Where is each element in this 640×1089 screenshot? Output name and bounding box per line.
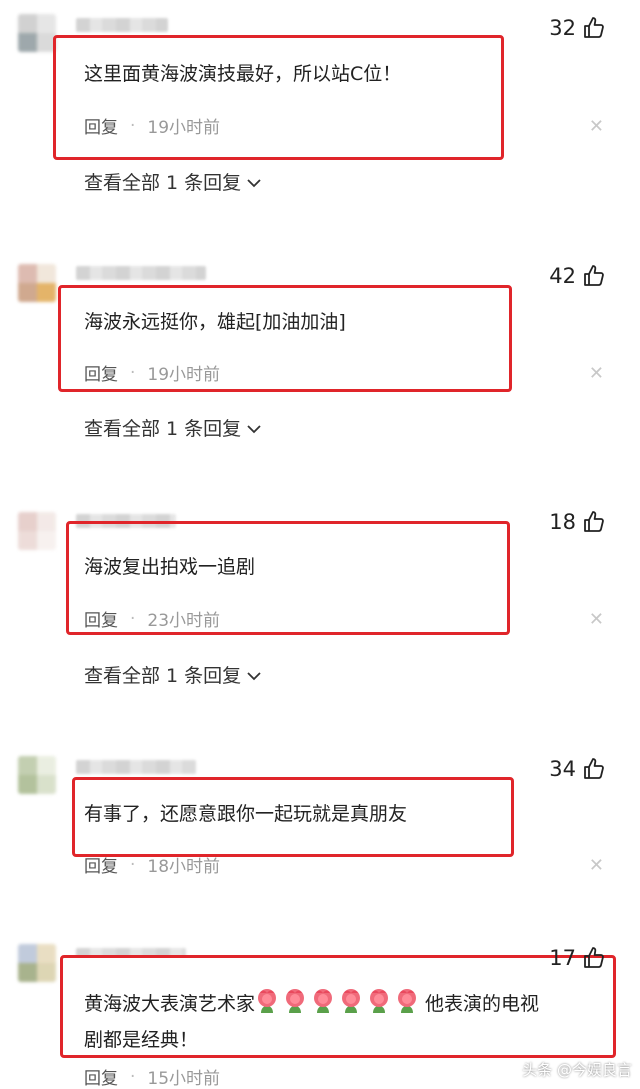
username-blurred[interactable] bbox=[76, 266, 206, 280]
like-button[interactable]: 17 bbox=[549, 946, 606, 970]
username-blurred[interactable] bbox=[76, 18, 168, 32]
view-replies-label: 查看全部 1 条回复 bbox=[84, 418, 242, 440]
chevron-down-icon bbox=[247, 664, 261, 686]
view-replies-link[interactable]: 查看全部 1 条回复 bbox=[84, 414, 261, 441]
view-replies-label: 查看全部 1 条回复 bbox=[84, 665, 242, 687]
avatar[interactable] bbox=[18, 944, 56, 982]
tulip-emoji-group bbox=[255, 989, 425, 1015]
chevron-down-icon bbox=[247, 171, 261, 193]
like-button[interactable]: 18 bbox=[549, 510, 606, 534]
view-replies-link[interactable]: 查看全部 1 条回复 bbox=[84, 168, 261, 195]
reply-button[interactable]: 回复 bbox=[84, 1064, 118, 1089]
view-replies-link[interactable]: 查看全部 1 条回复 bbox=[84, 661, 261, 688]
tulip-emoji-row bbox=[258, 989, 417, 1013]
avatar[interactable] bbox=[18, 264, 56, 302]
highlight-box bbox=[53, 35, 504, 160]
thumbs-up-icon bbox=[582, 946, 606, 970]
username-blurred[interactable] bbox=[76, 760, 196, 774]
close-icon[interactable]: ✕ bbox=[589, 365, 604, 383]
avatar[interactable] bbox=[18, 14, 56, 52]
chevron-down-icon bbox=[247, 417, 261, 439]
thumbs-up-icon bbox=[582, 16, 606, 40]
avatar[interactable] bbox=[18, 512, 56, 550]
thumbs-up-icon bbox=[582, 264, 606, 288]
avatar[interactable] bbox=[18, 756, 56, 794]
comment-text-overlay: 有事了，还愿意跟你一起玩就是真朋友 bbox=[84, 803, 408, 825]
comment-meta: 回复 · 15小时前 bbox=[84, 1064, 220, 1089]
close-icon[interactable]: ✕ bbox=[589, 611, 604, 629]
like-count: 32 bbox=[549, 16, 576, 40]
close-icon[interactable]: ✕ bbox=[589, 118, 604, 136]
timestamp: 15小时前 bbox=[147, 1069, 221, 1089]
comment-text-part1: 黄海波大表演艺术家 bbox=[84, 993, 256, 1015]
like-button[interactable]: 42 bbox=[549, 264, 606, 288]
thumbs-up-icon bbox=[582, 757, 606, 781]
separator-dot: · bbox=[130, 1066, 136, 1087]
like-count: 17 bbox=[549, 946, 576, 970]
like-count: 42 bbox=[549, 264, 576, 288]
like-count: 18 bbox=[549, 510, 576, 534]
separator-dot: · bbox=[130, 854, 136, 875]
highlight-box bbox=[66, 521, 510, 635]
like-count: 34 bbox=[549, 757, 576, 781]
like-button[interactable]: 32 bbox=[549, 16, 606, 40]
thumbs-up-icon bbox=[582, 510, 606, 534]
comment-text-line2: 剧都是经典！ bbox=[84, 1029, 199, 1051]
watermark: 头条 @今娱良言 bbox=[522, 1061, 632, 1079]
view-replies-label: 查看全部 1 条回复 bbox=[84, 172, 242, 194]
comment-text-part2: 他表演的电视 bbox=[425, 993, 540, 1015]
like-button[interactable]: 34 bbox=[549, 757, 606, 781]
close-icon[interactable]: ✕ bbox=[589, 857, 604, 875]
highlight-box bbox=[58, 285, 512, 392]
comment-text: 黄海波大表演艺术家 他表演的电视 剧都是经典！ bbox=[84, 986, 610, 1058]
